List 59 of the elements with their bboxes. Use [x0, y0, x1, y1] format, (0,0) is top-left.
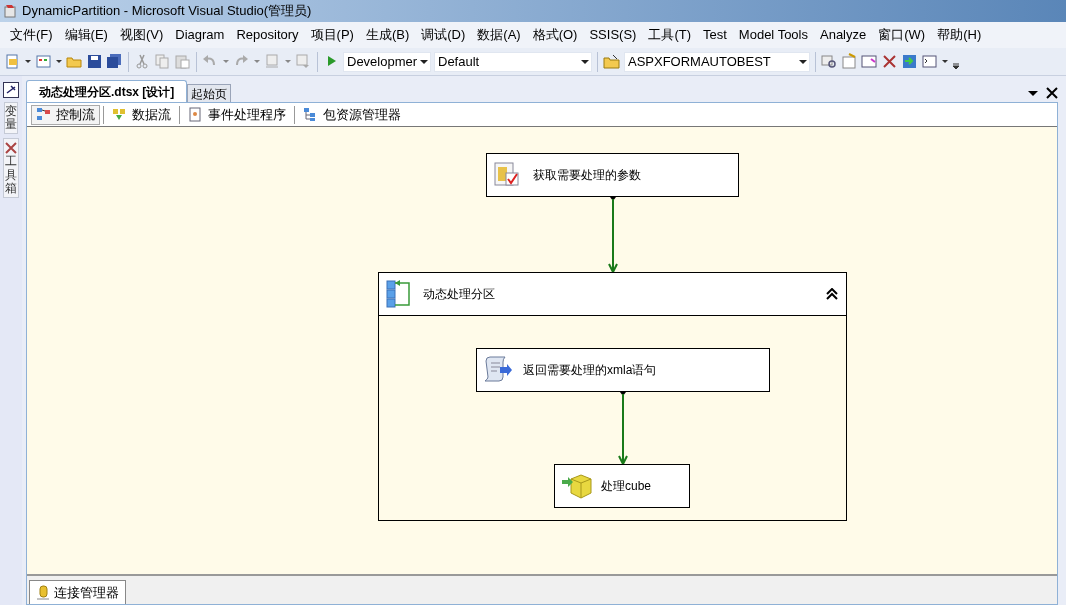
caret-icon[interactable]	[1028, 88, 1038, 98]
document-icon	[188, 107, 203, 122]
menu-item[interactable]: 视图(V)	[113, 23, 170, 47]
task-label: 获取需要处理的参数	[533, 167, 641, 184]
menu-item[interactable]: 格式(O)	[526, 23, 584, 47]
menu-item[interactable]: Model Tools	[732, 23, 814, 47]
dropdown[interactable]: ASPXFORMAUTOBEST	[624, 51, 810, 72]
flow-icon	[36, 107, 51, 122]
document-icon[interactable]	[841, 53, 858, 70]
app-icon	[4, 4, 18, 18]
data-icon	[112, 107, 127, 122]
menu-item[interactable]: 调试(D)	[415, 23, 472, 47]
search-icon[interactable]	[821, 53, 838, 70]
task-box[interactable]: 返回需要处理的xmla语句	[476, 348, 770, 392]
task-box[interactable]: 获取需要处理的参数	[486, 153, 739, 197]
connection-tab[interactable]: 连接管理器	[29, 580, 126, 604]
menu-item[interactable]: 帮助(H)	[931, 23, 988, 47]
container-label: 动态处理分区	[423, 286, 495, 303]
menu-item[interactable]: 生成(B)	[359, 23, 416, 47]
cut-icon[interactable]	[134, 53, 151, 70]
menu-item[interactable]: 项目(P)	[304, 23, 360, 47]
save-all-icon[interactable]	[106, 53, 123, 70]
designer-tab[interactable]: 控制流	[31, 104, 100, 125]
script-icon	[483, 355, 515, 385]
menu-item[interactable]: 文件(F)	[4, 23, 59, 47]
designer-tab[interactable]: 事件处理程序	[183, 104, 291, 125]
save-icon[interactable]	[86, 53, 103, 70]
connector-arrow[interactable]	[608, 197, 618, 272]
task-label: 处理cube	[601, 478, 652, 495]
task-label: 返回需要处理的xmla语句	[523, 362, 657, 379]
menu-item[interactable]: Test	[697, 23, 733, 47]
menu-item[interactable]: 窗口(W)	[872, 23, 932, 47]
dropdown[interactable]: Developmer	[343, 51, 431, 72]
task-box[interactable]: 处理cube	[554, 464, 690, 508]
folder-icon[interactable]	[603, 53, 621, 70]
menu-item[interactable]: Repository	[230, 23, 305, 47]
designer-tab[interactable]: 包资源管理器	[298, 104, 406, 125]
cube-icon	[561, 471, 593, 501]
import-icon[interactable]	[901, 53, 918, 70]
cylinder-icon	[36, 584, 50, 601]
collapse-icon[interactable]	[826, 288, 838, 300]
tree-icon	[303, 107, 318, 122]
pin-icon[interactable]	[3, 82, 19, 98]
menu-item[interactable]: 编辑(E)	[58, 23, 114, 47]
container-icon	[385, 279, 413, 309]
menu-item[interactable]: Analyze	[814, 23, 873, 47]
document-tab[interactable]: 动态处理分区.dtsx [设计]	[26, 80, 188, 102]
menu-item[interactable]: Diagram	[169, 23, 231, 47]
close-icon[interactable]	[1046, 87, 1058, 99]
window-icon[interactable]	[861, 53, 878, 70]
dropdown[interactable]: Default	[434, 51, 592, 72]
menu-item[interactable]: 数据(A)	[471, 23, 527, 47]
menu-item[interactable]: 工具(T)	[642, 23, 697, 47]
connector-arrow[interactable]	[618, 392, 628, 464]
console-icon[interactable]	[921, 53, 938, 70]
document-tab[interactable]: 起始页	[187, 84, 232, 102]
menu-item[interactable]: SSIS(S)	[583, 23, 643, 47]
designer-tab[interactable]: 数据流	[107, 104, 176, 125]
window-title: DynamicPartition - Microsoft Visual Studio(管理员)	[22, 2, 312, 21]
